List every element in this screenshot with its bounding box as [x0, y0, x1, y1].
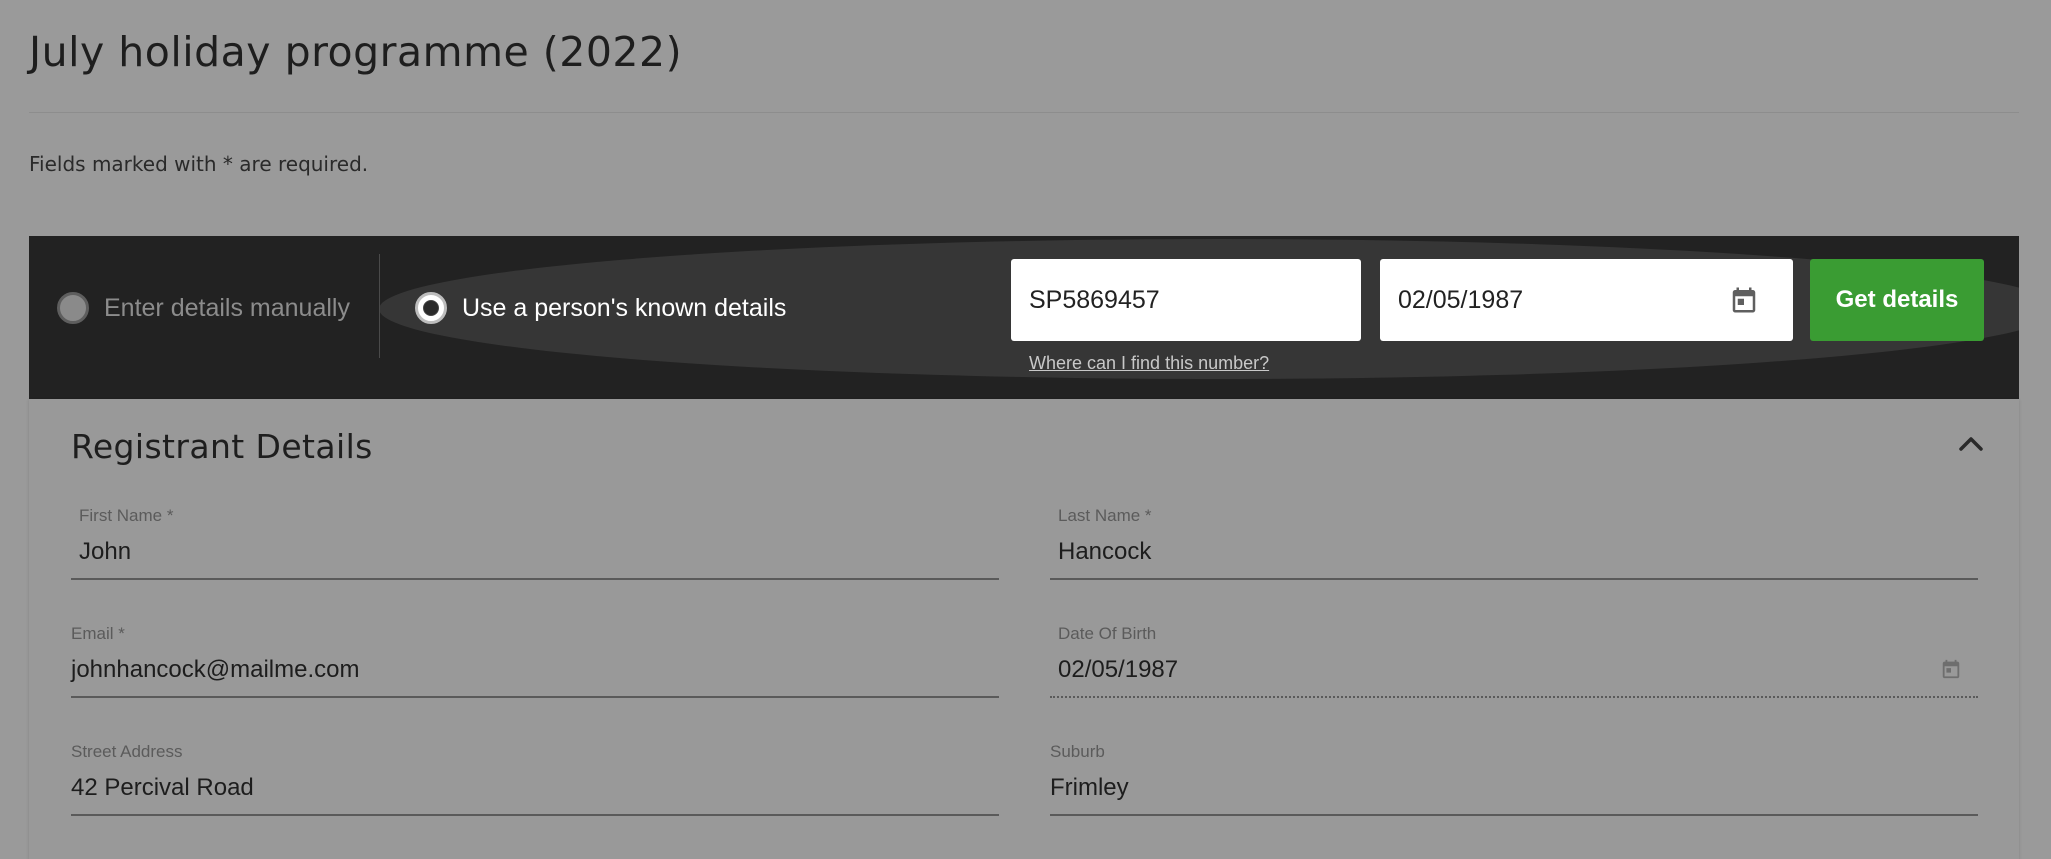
id-number-field[interactable]	[1011, 259, 1361, 341]
radio-selected-icon[interactable]	[415, 292, 447, 324]
id-number-input[interactable]	[1011, 285, 1361, 315]
enter-manually-label[interactable]: Enter details manually	[104, 294, 350, 323]
last-name-label: Last Name *	[1058, 506, 1152, 525]
required-fields-note: Fields marked with * are required.	[29, 152, 369, 176]
section-title: Registrant Details	[71, 427, 373, 466]
radio-unselected-icon[interactable]	[57, 292, 89, 324]
lookup-dob-field[interactable]	[1380, 259, 1793, 341]
find-number-help-link[interactable]: Where can I find this number?	[1029, 353, 1269, 374]
date-of-birth-label: Date Of Birth	[1058, 624, 1157, 643]
page-title: July holiday programme (2022)	[29, 28, 683, 76]
date-of-birth-field: Date Of Birth 02/05/1987	[1050, 624, 1978, 698]
date-of-birth-value: 02/05/1987	[1058, 656, 1179, 683]
title-divider	[29, 112, 2019, 113]
street-address-label: Street Address	[71, 742, 183, 761]
street-address-value[interactable]: 42 Percival Road	[71, 774, 254, 802]
get-details-button[interactable]: Get details	[1810, 259, 1984, 341]
calendar-icon	[1942, 659, 1960, 679]
suburb-label: Suburb	[1050, 742, 1105, 761]
registrant-details-panel: Registrant Details First Name * John Las…	[29, 399, 2019, 859]
known-details-label[interactable]: Use a person's known details	[462, 294, 786, 323]
suburb-field[interactable]: Suburb Frimley	[1050, 742, 1978, 816]
email-label: Email *	[71, 624, 125, 643]
chevron-up-icon[interactable]	[1957, 434, 1985, 452]
first-name-field[interactable]: First Name * John	[71, 506, 999, 580]
last-name-value[interactable]: Hancock	[1058, 538, 1151, 566]
known-details-radio[interactable]: Use a person's known details	[415, 290, 786, 326]
email-value[interactable]: johnhancock@mailme.com	[71, 656, 359, 684]
suburb-value[interactable]: Frimley	[1050, 774, 1129, 802]
calendar-icon[interactable]	[1729, 285, 1759, 315]
first-name-value[interactable]: John	[79, 538, 131, 566]
option-divider	[379, 254, 380, 358]
email-field[interactable]: Email * johnhancock@mailme.com	[71, 624, 999, 698]
last-name-field[interactable]: Last Name * Hancock	[1050, 506, 1978, 580]
enter-manually-radio[interactable]: Enter details manually	[57, 290, 350, 326]
lookup-bar: Enter details manually Use a person's kn…	[29, 236, 2019, 399]
street-address-field[interactable]: Street Address 42 Percival Road	[71, 742, 999, 816]
first-name-label: First Name *	[79, 506, 174, 525]
